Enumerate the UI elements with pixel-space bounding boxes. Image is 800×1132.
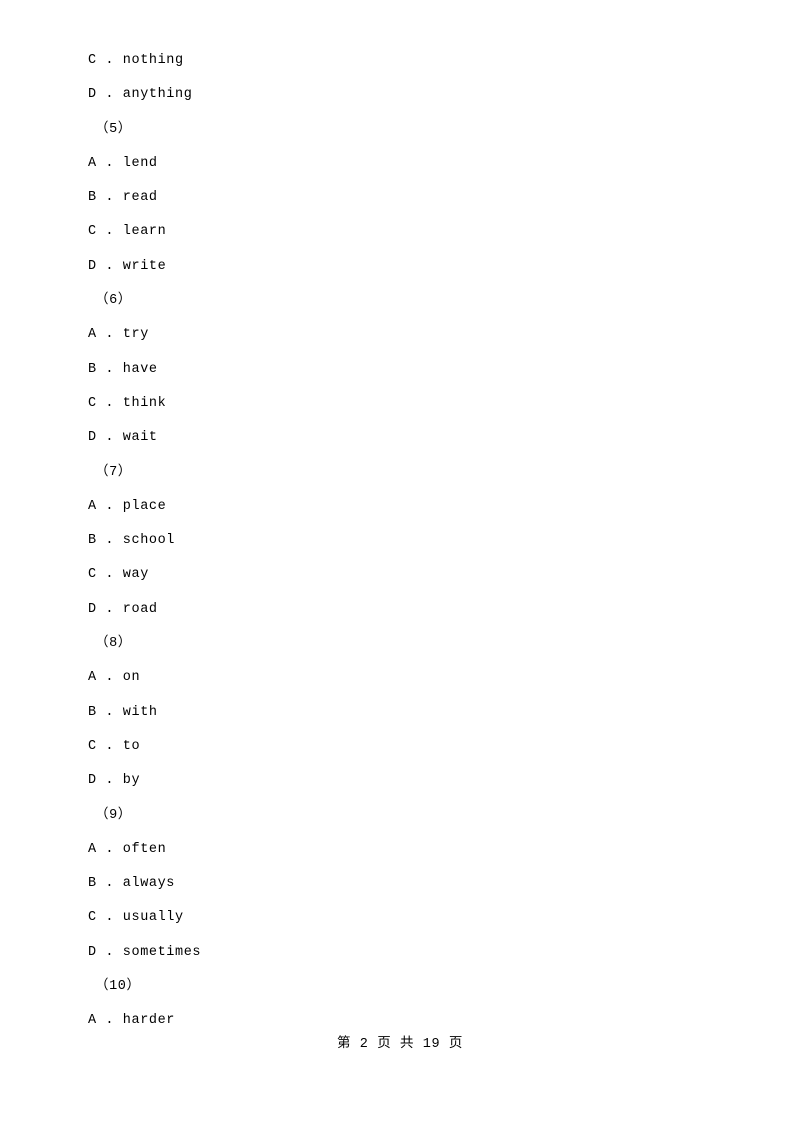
question-options-list: C . nothing D . anything （5） A . lend B …	[88, 44, 708, 1039]
option-line: C . think	[88, 395, 167, 411]
option-line: C . way	[88, 567, 149, 583]
option-line: B . have	[88, 361, 158, 377]
option-line: A . place	[88, 498, 167, 514]
option-line: D . wait	[88, 430, 158, 446]
option-line: B . with	[88, 704, 158, 720]
option-line: A . often	[88, 841, 167, 857]
question-number: （6）	[95, 293, 132, 309]
option-line: A . lend	[88, 155, 158, 171]
option-line: D . by	[88, 773, 141, 789]
question-number: （7）	[95, 464, 132, 480]
option-line: D . sometimes	[88, 944, 202, 960]
question-number: （9）	[95, 807, 132, 823]
option-line: C . to	[88, 738, 141, 754]
option-line: C . learn	[88, 224, 167, 240]
question-number: （5）	[95, 121, 132, 137]
option-line: A . on	[88, 670, 141, 686]
option-line: B . always	[88, 876, 176, 892]
option-line: D . write	[88, 258, 167, 274]
option-line: C . nothing	[88, 53, 184, 68]
document-page: C . nothing D . anything （5） A . lend B …	[0, 0, 800, 1132]
option-line: B . school	[88, 533, 176, 549]
question-number: （8）	[95, 636, 132, 652]
question-number: （10）	[95, 979, 141, 995]
option-line: A . try	[88, 327, 149, 343]
option-line: C . usually	[88, 910, 184, 926]
page-footer: 第 2 页 共 19 页	[336, 1037, 463, 1052]
option-line: D . anything	[88, 87, 193, 103]
option-line: D . road	[88, 601, 158, 617]
option-line: B . read	[88, 190, 158, 206]
